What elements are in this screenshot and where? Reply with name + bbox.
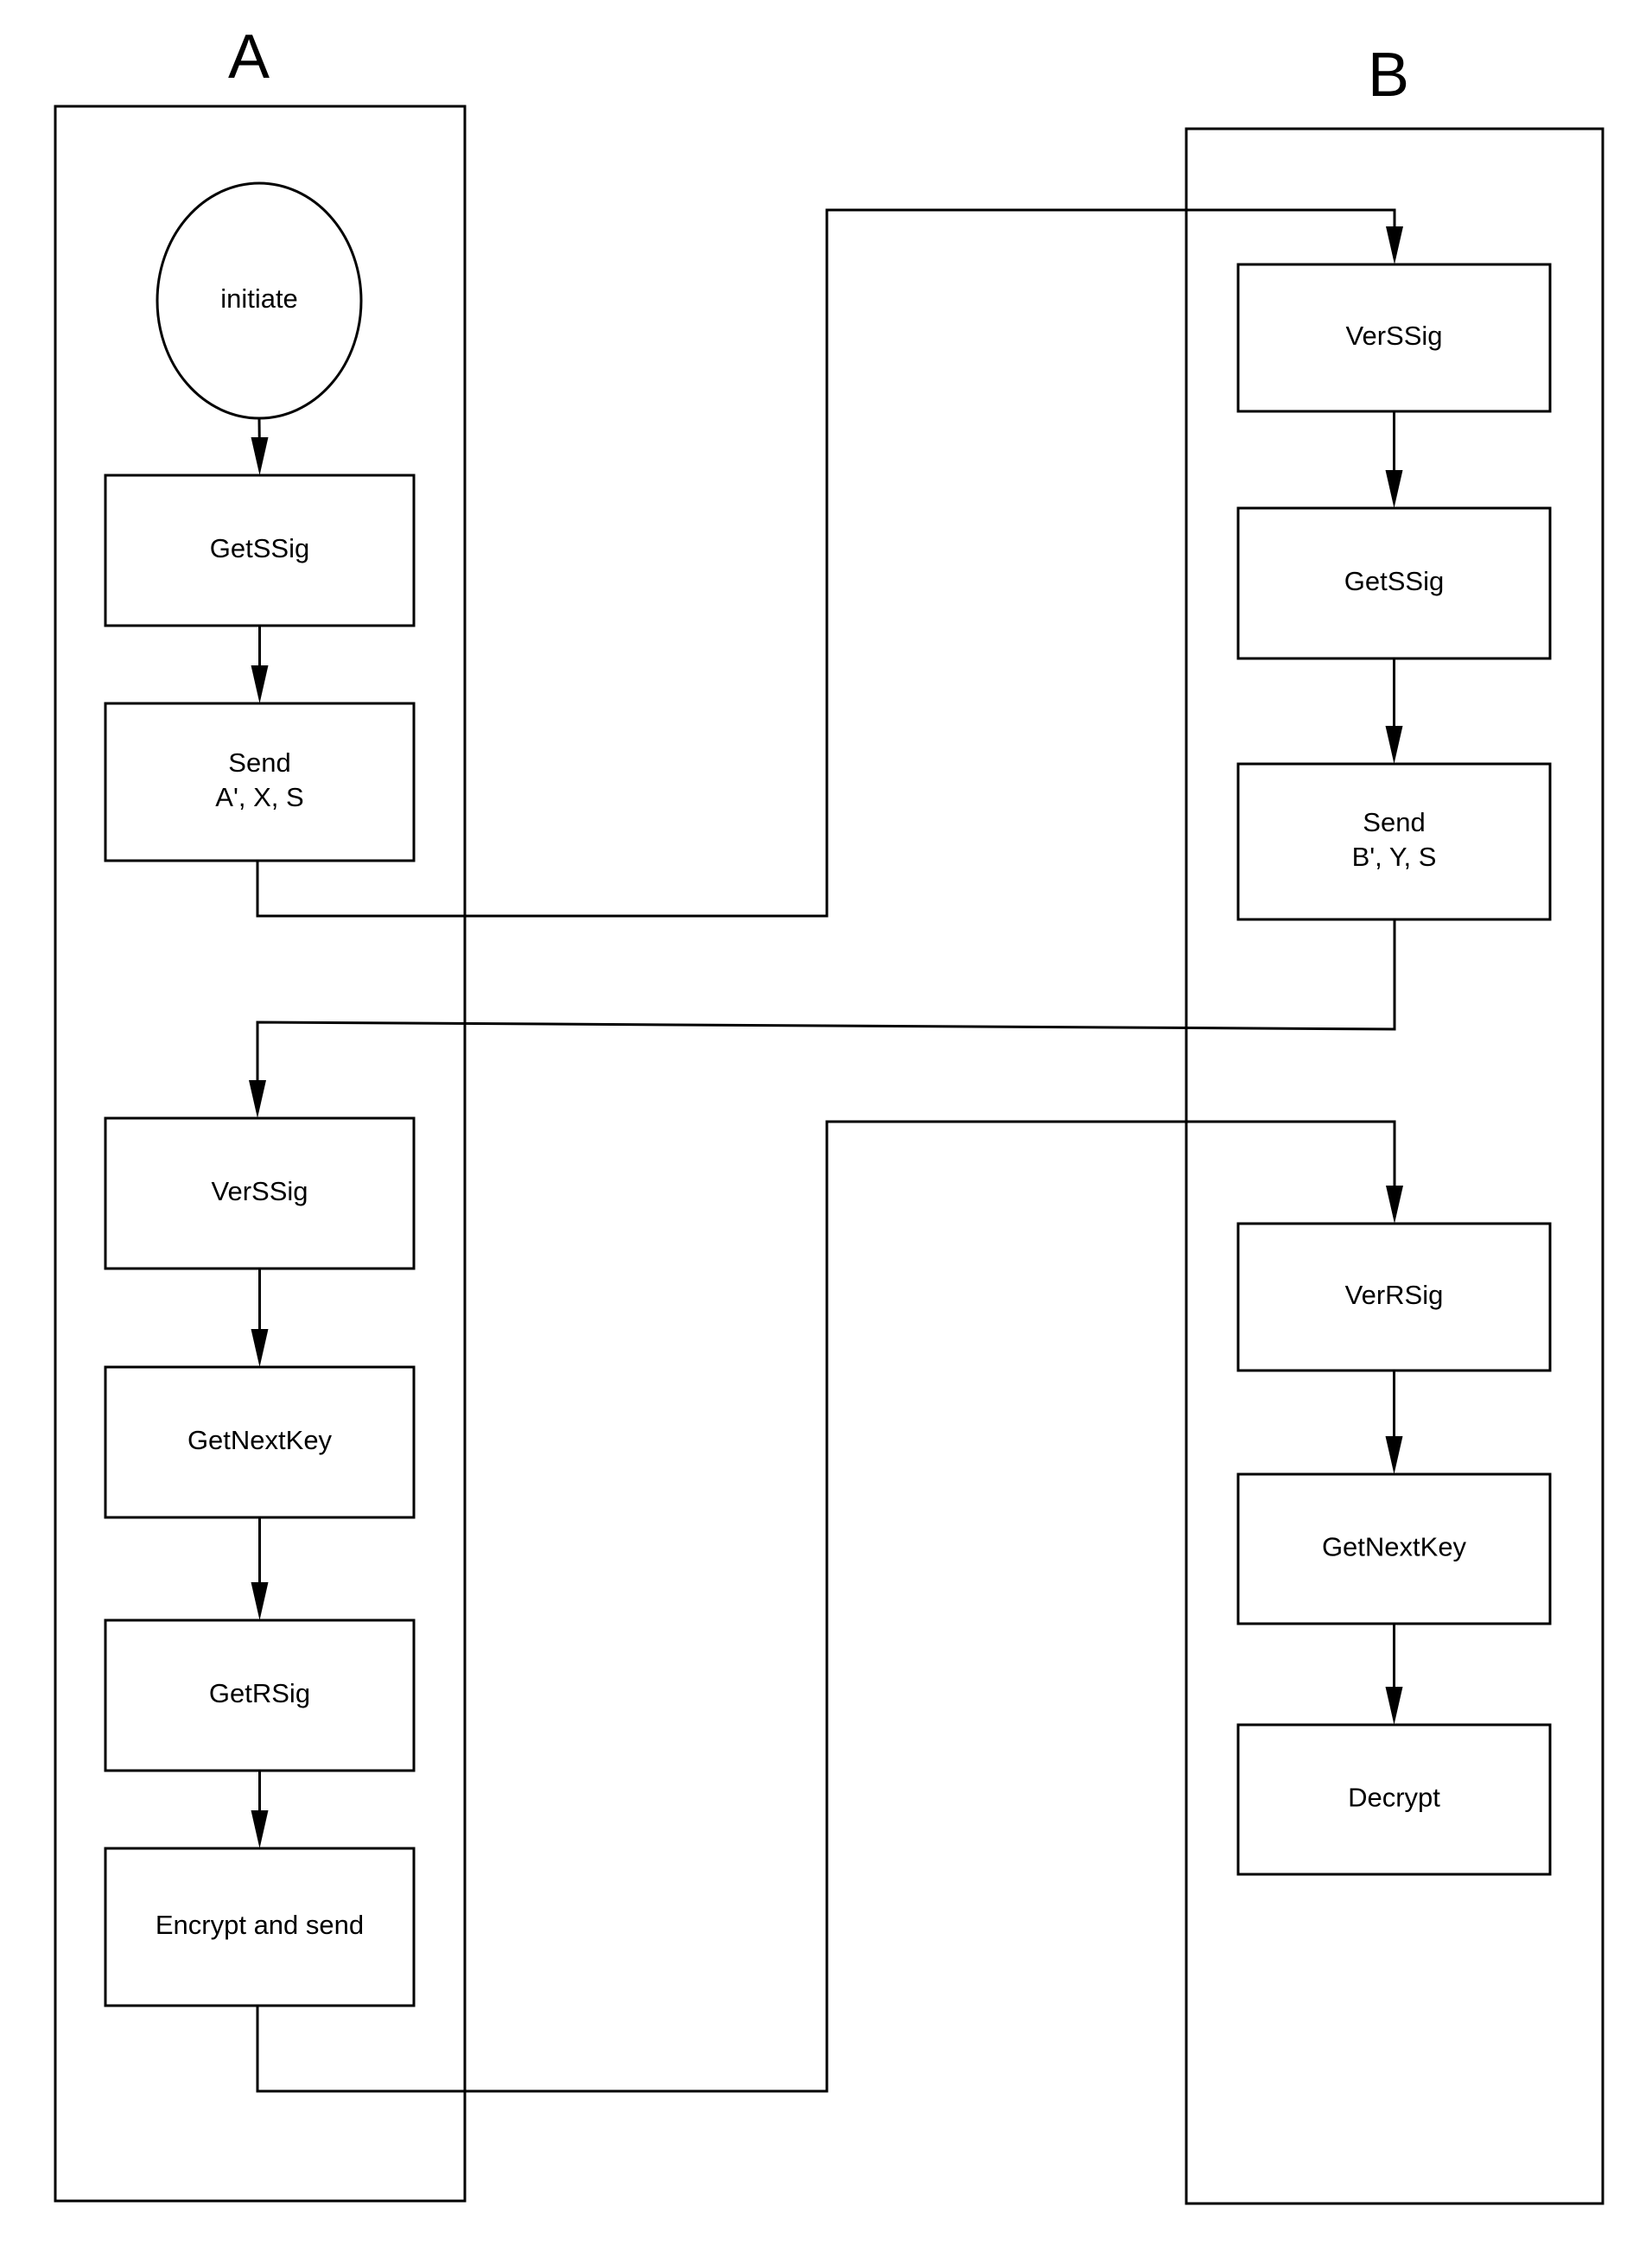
node-a-getnextkey: GetNextKey	[104, 1365, 416, 1519]
edges-layer	[249, 208, 1403, 2093]
arrowhead-icon	[251, 665, 269, 703]
arrowhead-icon	[1385, 726, 1403, 764]
node-label: initiate	[220, 283, 298, 314]
node-label: GetSSig	[1344, 566, 1444, 596]
arrowhead-icon	[1385, 470, 1403, 508]
node-label: A', X, S	[215, 782, 303, 812]
edge-b-verssig-to-b-getssig	[1385, 411, 1403, 508]
node-b-verssig: VerSSig	[1236, 263, 1552, 413]
edge-b-getnextkey-to-b-decrypt	[1385, 1624, 1403, 1725]
edge-a-encrypt-to-b-verrsig	[256, 1120, 1403, 2093]
node-a-getssig: GetSSig	[104, 474, 416, 627]
arrowhead-icon	[1386, 1186, 1403, 1224]
node-b-verrsig: VerRSig	[1236, 1222, 1552, 1372]
node-a-verssig: VerSSig	[104, 1116, 416, 1270]
edge-b-getssig-to-b-send	[1385, 658, 1403, 764]
arrowhead-icon	[1386, 226, 1403, 264]
arrowhead-icon	[251, 437, 269, 475]
arrowhead-icon	[1385, 1436, 1403, 1474]
arrowhead-icon	[251, 1329, 269, 1367]
connector-line	[256, 919, 1396, 1101]
node-label: VerRSig	[1345, 1280, 1444, 1310]
node-a-encrypt: Encrypt and send	[104, 1847, 416, 2007]
node-label: Decrypt	[1348, 1783, 1440, 1813]
node-label: Send	[1363, 807, 1425, 837]
edge-a-initiate-to-a-getssig	[251, 417, 269, 475]
edge-a-getssig-to-a-send	[251, 626, 269, 703]
edge-a-send-to-b-verssig	[256, 208, 1403, 918]
flowchart-canvas: A B initiate GetSSig Send A', X, S VerSSig Get…	[54, 22, 1604, 2205]
node-b-getnextkey: GetNextKey	[1236, 1472, 1552, 1625]
node-b-decrypt: Decrypt	[1236, 1723, 1552, 1876]
node-label: VerSSig	[211, 1176, 308, 1206]
arrowhead-icon	[249, 1080, 266, 1118]
lane-title: A	[228, 22, 270, 92]
edge-a-verssig-to-a-getnextkey	[251, 1269, 269, 1367]
node-label: GetNextKey	[1322, 1532, 1467, 1562]
edge-a-getrsig-to-a-encrypt	[251, 1771, 269, 1848]
node-a-send: Send A', X, S	[104, 702, 416, 862]
node-b-send: Send B', Y, S	[1236, 762, 1552, 921]
node-label: B', Y, S	[1352, 842, 1437, 872]
node-label: GetSSig	[210, 533, 309, 563]
connector-line	[256, 1120, 1396, 2093]
arrowhead-icon	[1385, 1687, 1403, 1725]
edge-b-send-to-a-verssig	[249, 919, 1396, 1118]
lane-title: B	[1368, 41, 1409, 110]
node-a-getrsig: GetRSig	[104, 1619, 416, 1772]
node-label: GetRSig	[209, 1678, 310, 1708]
node-b-getssig: GetSSig	[1236, 506, 1552, 660]
node-a-initiate: initiate	[156, 181, 363, 420]
arrowhead-icon	[251, 1582, 269, 1620]
edge-b-verrsig-to-b-getnextkey	[1385, 1370, 1403, 1474]
node-label: Send	[228, 747, 290, 778]
node-label: VerSSig	[1345, 321, 1442, 351]
node-label: GetNextKey	[187, 1425, 333, 1455]
node-label: Encrypt and send	[156, 1910, 364, 1940]
connector-line	[256, 208, 1396, 918]
edge-a-getnextkey-to-a-getrsig	[251, 1517, 269, 1620]
arrowhead-icon	[251, 1810, 269, 1848]
